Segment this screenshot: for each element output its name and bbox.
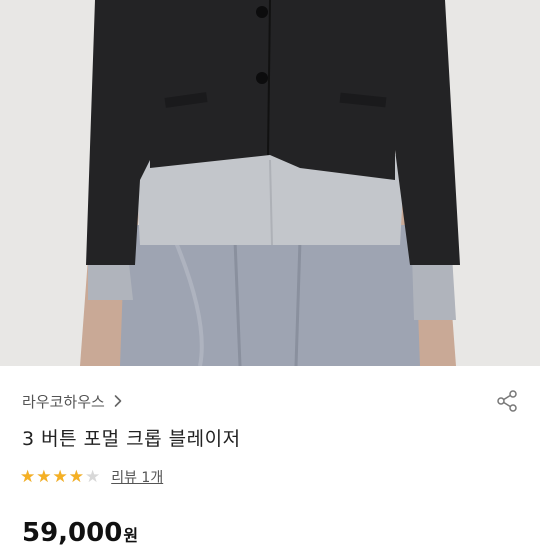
price-value: 59,000 [22, 518, 123, 548]
share-icon[interactable] [494, 388, 520, 414]
star-rating: ★★★★★ ★★★★★ [20, 468, 101, 486]
product-photo-graphic [0, 0, 540, 366]
price-unit: 원 [123, 526, 139, 545]
price: 59,000원 [22, 518, 138, 548]
star-icon-filled-row: ★★★★★ [20, 468, 85, 486]
product-title: 3 버튼 포멀 크롭 블레이저 [22, 428, 241, 450]
rating-row: ★★★★★ ★★★★★ 리뷰 1개 [20, 467, 163, 487]
brand-name: 라우코하우스 [22, 392, 105, 411]
brand-link[interactable]: 라우코하우스 [22, 388, 125, 414]
review-count-link[interactable]: 리뷰 1개 [111, 467, 163, 487]
product-info-panel: 라우코하우스 3 버튼 포멀 크롭 블레이저 ★★★★★ ★★★★★ 리뷰 1개… [0, 366, 540, 548]
product-image[interactable] [0, 0, 540, 366]
chevron-right-icon [114, 395, 122, 407]
